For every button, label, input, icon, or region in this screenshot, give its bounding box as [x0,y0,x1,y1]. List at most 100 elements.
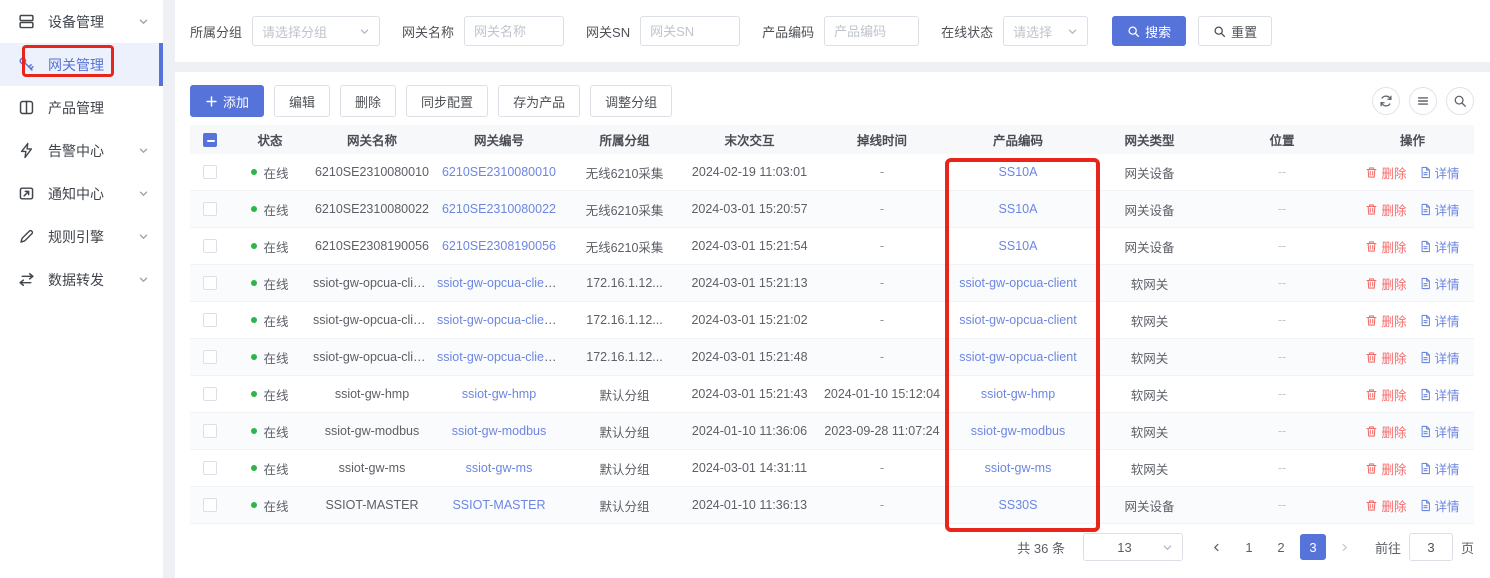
page-size-value: 13 [1117,540,1131,555]
row-delete-button[interactable]: 删除 [1365,163,1406,182]
page-button-3[interactable]: 3 [1300,534,1326,560]
row-delete-button[interactable]: 删除 [1365,348,1406,367]
gateway-code-link[interactable]: ssiot-gw-opcua-client-... [437,276,564,290]
product-code-link[interactable]: SS10A [999,202,1038,216]
delete-button[interactable]: 删除 [340,85,396,117]
gateway-name-input[interactable] [464,16,564,46]
group-select[interactable]: 请选择分组 [252,16,380,46]
operations-cell: 删除详情 [1351,422,1474,441]
product-code-link[interactable]: ssiot-gw-opcua-client [959,313,1076,327]
adjust-group-button[interactable]: 调整分组 [590,85,672,117]
gateway-name-cell: ssiot-gw-modbus [310,424,434,438]
product-code-link[interactable]: SS30S [999,498,1038,512]
add-button[interactable]: 添加 [190,85,264,117]
product-code-link[interactable]: ssiot-gw-opcua-client [959,276,1076,290]
gateway-code-link[interactable]: ssiot-gw-opcua-client-... [437,350,564,364]
row-delete-button[interactable]: 删除 [1365,311,1406,330]
search-icon [1213,25,1226,38]
product-code-link[interactable]: ssiot-gw-modbus [971,424,1065,438]
gateway-code-link[interactable]: 6210SE2310080022 [442,202,556,216]
gateway-code-link[interactable]: SSIOT-MASTER [452,498,545,512]
row-checkbox[interactable] [203,165,217,179]
row-delete-button[interactable]: 删除 [1365,200,1406,219]
row-detail-button[interactable]: 详情 [1419,200,1460,219]
row-checkbox[interactable] [203,498,217,512]
row-delete-button[interactable]: 删除 [1365,422,1406,441]
trash-icon [1365,462,1378,475]
row-detail-button[interactable]: 详情 [1419,274,1460,293]
product-code-link[interactable]: ssiot-gw-hmp [981,387,1055,401]
chevron-down-icon [359,26,370,37]
row-detail-button[interactable]: 详情 [1419,237,1460,256]
reset-button[interactable]: 重置 [1198,16,1272,46]
row-detail-button[interactable]: 详情 [1419,311,1460,330]
document-icon [1419,240,1432,253]
row-checkbox[interactable] [203,276,217,290]
save-as-product-button[interactable]: 存为产品 [498,85,580,117]
column-header: 末次交互 [685,130,814,149]
row-checkbox[interactable] [203,313,217,327]
row-detail-button[interactable]: 详情 [1419,422,1460,441]
row-detail-button[interactable]: 详情 [1419,348,1460,367]
page-size-select[interactable]: 13 [1083,533,1183,561]
location-cell: -- [1213,387,1351,401]
gateway-code-cell: 6210SE2310080010 [434,165,564,179]
column-settings-button[interactable] [1409,87,1437,115]
main-content: 所属分组 请选择分组 网关名称 网关SN 产品编码 在线状态 请选择 [175,0,1490,578]
sidebar-item-alarm[interactable]: 告警中心 [0,129,163,172]
gateway-code-link[interactable]: ssiot-gw-hmp [462,387,536,401]
sidebar-item-notify[interactable]: 通知中心 [0,172,163,215]
row-detail-button[interactable]: 详情 [1419,459,1460,478]
row-checkbox[interactable] [203,387,217,401]
row-delete-button[interactable]: 删除 [1365,237,1406,256]
filter-group-name: 网关名称 [402,16,564,46]
gateway-code-link[interactable]: ssiot-gw-modbus [452,424,546,438]
gateway-code-link[interactable]: ssiot-gw-ms [466,461,533,475]
gateway-code-link[interactable]: 6210SE2308190056 [442,239,556,253]
row-checkbox[interactable] [203,239,217,253]
row-detail-button[interactable]: 详情 [1419,163,1460,182]
row-delete-button[interactable]: 删除 [1365,274,1406,293]
row-delete-button[interactable]: 删除 [1365,459,1406,478]
sidebar-item-label: 产品管理 [48,98,149,118]
next-page-button[interactable] [1332,534,1358,560]
goto-page-input[interactable] [1409,533,1453,561]
row-detail-button[interactable]: 详情 [1419,496,1460,515]
edit-button[interactable]: 编辑 [274,85,330,117]
gateway-code-link[interactable]: 6210SE2310080010 [442,165,556,179]
page-button-1[interactable]: 1 [1236,534,1262,560]
table-search-button[interactable] [1446,87,1474,115]
sidebar: 设备管理网关管理产品管理告警中心通知中心规则引擎数据转发 [0,0,163,578]
product-code-link[interactable]: SS10A [999,165,1038,179]
row-detail-button[interactable]: 详情 [1419,385,1460,404]
row-checkbox[interactable] [203,461,217,475]
sidebar-item-product[interactable]: 产品管理 [0,86,163,129]
page-button-2[interactable]: 2 [1268,534,1294,560]
row-checkbox[interactable] [203,202,217,216]
gateway-code-link[interactable]: ssiot-gw-opcua-client-... [437,313,564,327]
row-checkbox[interactable] [203,350,217,364]
sidebar-item-rules[interactable]: 规则引擎 [0,215,163,258]
sync-config-button[interactable]: 同步配置 [406,85,488,117]
product-code-input[interactable] [824,16,919,46]
gateway-sn-label: 网关SN [586,22,630,41]
product-code-link[interactable]: ssiot-gw-opcua-client [959,350,1076,364]
row-checkbox[interactable] [203,424,217,438]
gateway-name-cell: 6210SE2310080010 [310,165,434,179]
sidebar-item-forward[interactable]: 数据转发 [0,258,163,301]
product-code-link[interactable]: ssiot-gw-ms [985,461,1052,475]
sidebar-item-gateway[interactable]: 网关管理 [0,43,163,86]
online-status-select[interactable]: 请选择 [1003,16,1088,46]
status-text: 在线 [263,163,288,182]
row-delete-button[interactable]: 删除 [1365,496,1406,515]
prev-page-button[interactable] [1204,534,1230,560]
gateway-sn-input[interactable] [640,16,740,46]
search-button[interactable]: 搜索 [1112,16,1186,46]
operations-cell: 删除详情 [1351,274,1474,293]
refresh-button[interactable] [1372,87,1400,115]
sidebar-item-device[interactable]: 设备管理 [0,0,163,43]
select-all-checkbox[interactable] [203,133,217,147]
rules-icon [18,228,35,245]
row-delete-button[interactable]: 删除 [1365,385,1406,404]
product-code-link[interactable]: SS10A [999,239,1038,253]
